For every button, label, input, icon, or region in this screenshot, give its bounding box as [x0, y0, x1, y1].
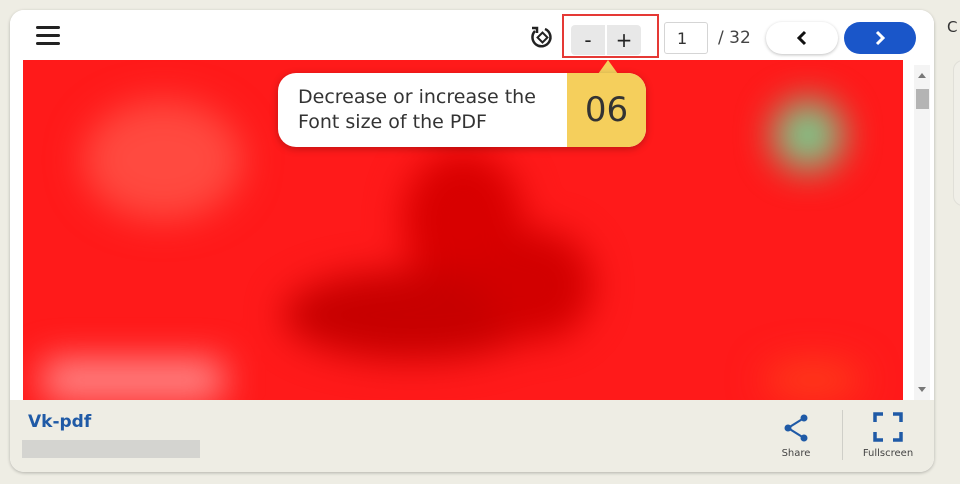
- side-panel-card: [953, 60, 960, 206]
- previous-page-button[interactable]: [766, 22, 838, 54]
- tutorial-tooltip: Decrease or increase the Font size of th…: [278, 73, 646, 147]
- share-label: Share: [781, 448, 811, 459]
- chevron-right-icon: [875, 30, 886, 46]
- fullscreen-button[interactable]: Fullscreen: [856, 412, 920, 462]
- fullscreen-icon: [873, 412, 903, 442]
- tooltip-text-line-2: Font size of the PDF: [298, 111, 487, 133]
- viewer-footer: Vk-pdf Share Fullscreen: [10, 400, 934, 472]
- footer-divider: [842, 410, 843, 460]
- document-meta-placeholder: [22, 440, 200, 458]
- page-total: / 32: [718, 28, 751, 48]
- hamburger-icon[interactable]: [36, 26, 60, 46]
- document-title[interactable]: Vk-pdf: [28, 412, 91, 432]
- share-button[interactable]: Share: [776, 412, 816, 462]
- tooltip-step-number: 06: [567, 73, 646, 147]
- tooltip-text: Decrease or increase the Font size of th…: [298, 85, 568, 135]
- zoom-in-button[interactable]: +: [607, 25, 641, 55]
- rotate-icon[interactable]: [529, 25, 555, 51]
- zoom-out-button[interactable]: -: [571, 25, 605, 55]
- share-icon: [784, 414, 808, 442]
- side-panel: C: [944, 0, 960, 484]
- side-panel-letter: C: [947, 18, 958, 36]
- scroll-thumb[interactable]: [916, 89, 929, 109]
- toolbar: - + / 32: [10, 10, 934, 62]
- next-page-button[interactable]: [844, 22, 916, 54]
- page-number-input[interactable]: [664, 22, 708, 54]
- scroll-down-arrow-icon[interactable]: [918, 387, 926, 392]
- vertical-scrollbar[interactable]: [914, 65, 930, 400]
- tooltip-pointer: [598, 60, 618, 74]
- chevron-left-icon: [796, 30, 807, 46]
- tooltip-text-line-1: Decrease or increase the: [298, 86, 536, 108]
- fullscreen-label: Fullscreen: [862, 448, 914, 459]
- scroll-up-arrow-icon[interactable]: [918, 73, 926, 78]
